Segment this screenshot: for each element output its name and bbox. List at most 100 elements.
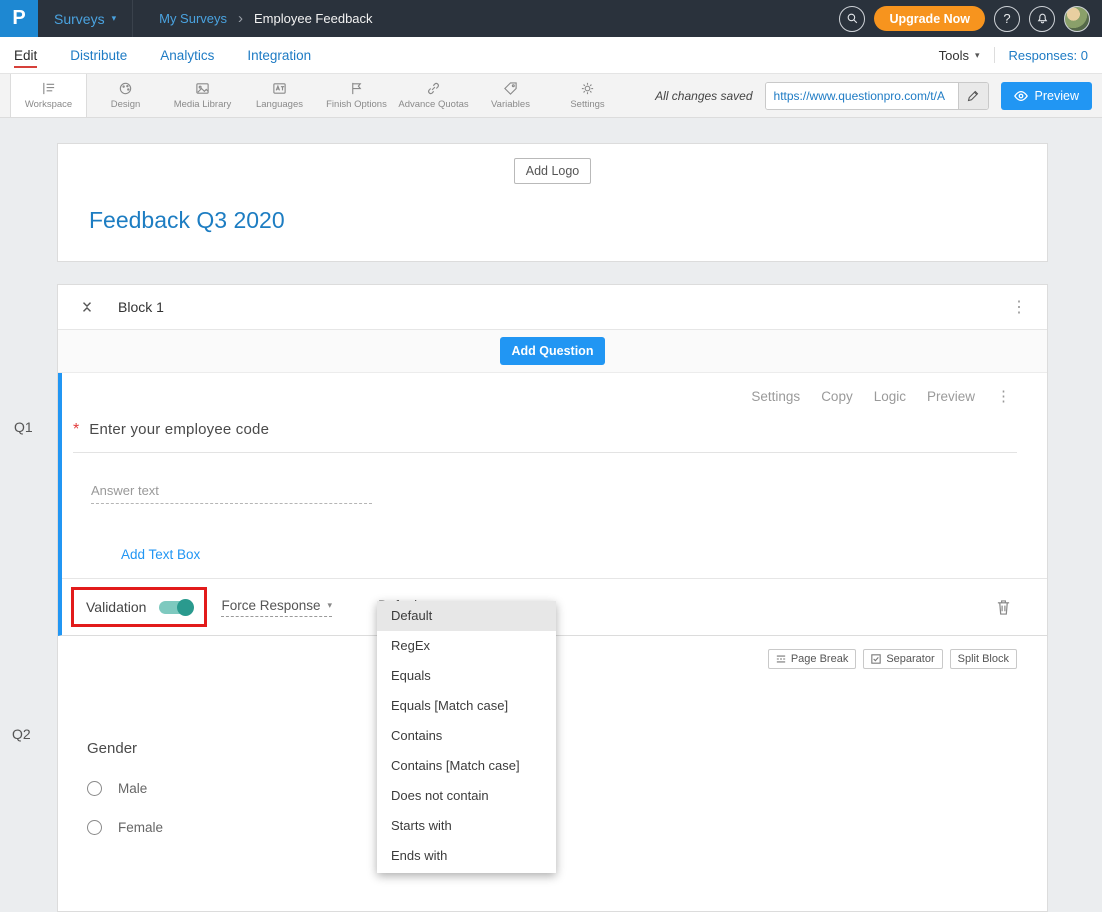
question-text-row: * Enter your employee code: [73, 421, 1017, 453]
toolbar-item-workspace[interactable]: Workspace: [10, 74, 87, 117]
languages-icon: [272, 81, 287, 96]
top-navbar: P Surveys ▾ My Surveys › Employee Feedba…: [0, 0, 1102, 37]
logo-letter: P: [12, 7, 25, 30]
dropdown-option-ends-with[interactable]: Ends with: [377, 841, 556, 871]
separator-checkbox-icon: [871, 654, 881, 664]
survey-title[interactable]: Feedback Q3 2020: [89, 207, 1047, 234]
search-button[interactable]: [839, 6, 865, 32]
dropdown-option-default[interactable]: Default: [377, 601, 556, 631]
toolbar-item-finish-options[interactable]: Finish Options: [318, 74, 395, 117]
tab-analytics[interactable]: Analytics: [160, 48, 214, 63]
dropdown-option-equals-match-case[interactable]: Equals [Match case]: [377, 691, 556, 721]
dropdown-option-does-not-contain[interactable]: Does not contain: [377, 781, 556, 811]
search-icon: [846, 12, 859, 25]
add-question-row: Add Question: [58, 330, 1047, 373]
q1-number-label: Q1: [14, 419, 33, 435]
question-copy-link[interactable]: Copy: [821, 389, 853, 404]
bell-icon: [1036, 12, 1049, 25]
answer-text-field[interactable]: Answer text: [91, 483, 372, 504]
breadcrumb-current-survey: Employee Feedback: [254, 11, 373, 26]
responses-count[interactable]: Responses: 0: [1009, 48, 1089, 63]
upgrade-now-button[interactable]: Upgrade Now: [874, 6, 985, 31]
advance-quotas-icon: [426, 81, 441, 96]
radio-icon: [87, 781, 102, 796]
tools-menu[interactable]: Tools ▾: [939, 48, 980, 63]
caret-down-icon: ▾: [975, 50, 980, 61]
question-q1: Settings Copy Logic Preview ⋮ * Enter yo…: [58, 373, 1047, 636]
avatar[interactable]: [1064, 6, 1090, 32]
settings-gear-icon: [580, 81, 595, 96]
validation-type-dropdown: Default RegEx Equals Equals [Match case]…: [377, 601, 556, 873]
design-palette-icon: [118, 81, 133, 96]
add-logo-button[interactable]: Add Logo: [514, 158, 592, 184]
validation-toggle[interactable]: [159, 601, 192, 614]
required-asterisk: *: [73, 421, 79, 439]
edit-url-button[interactable]: [958, 83, 988, 109]
upgrade-now-label: Upgrade Now: [889, 12, 970, 26]
breadcrumb-my-surveys[interactable]: My Surveys: [159, 11, 227, 26]
force-response-dropdown[interactable]: Force Response ▾: [221, 598, 332, 617]
finish-options-icon: [349, 81, 364, 96]
caret-down-icon: ▾: [328, 600, 333, 611]
help-button[interactable]: ?: [994, 6, 1020, 32]
survey-url-input[interactable]: [766, 83, 958, 109]
dropdown-option-contains-match-case[interactable]: Contains [Match case]: [377, 751, 556, 781]
surveys-menu[interactable]: Surveys ▾: [38, 0, 133, 37]
toolbar-right: All changes saved Preview: [655, 74, 1102, 117]
add-question-button[interactable]: Add Question: [500, 337, 606, 365]
question-logic-link[interactable]: Logic: [874, 389, 906, 404]
preview-button[interactable]: Preview: [1001, 82, 1092, 110]
questionpro-logo[interactable]: P: [0, 0, 38, 37]
delete-question-icon[interactable]: [996, 599, 1011, 616]
survey-header-card: Add Logo Feedback Q3 2020: [57, 143, 1048, 262]
section-navbar: Edit Distribute Analytics Integration To…: [0, 37, 1102, 74]
notifications-button[interactable]: [1029, 6, 1055, 32]
toggle-knob-icon: [177, 599, 194, 616]
toolbar-item-media-library[interactable]: Media Library: [164, 74, 241, 117]
collapse-block-icon[interactable]: [80, 300, 94, 314]
separator-button[interactable]: Separator: [863, 649, 942, 669]
add-text-box-link[interactable]: Add Text Box: [121, 547, 200, 562]
surveys-menu-label: Surveys: [54, 11, 105, 27]
toolbar-item-languages[interactable]: Languages: [241, 74, 318, 117]
tab-distribute[interactable]: Distribute: [70, 48, 127, 63]
block-name[interactable]: Block 1: [118, 299, 164, 315]
split-block-button[interactable]: Split Block: [950, 649, 1017, 669]
question-settings-link[interactable]: Settings: [751, 389, 800, 404]
save-status: All changes saved: [655, 89, 752, 103]
topbar-actions: Upgrade Now ?: [839, 6, 1102, 32]
workspace-icon: [41, 81, 56, 96]
block-header: Block 1 ⋮: [58, 285, 1047, 330]
section-tabs: Edit Distribute Analytics Integration: [14, 37, 344, 73]
toolbar-item-design[interactable]: Design: [87, 74, 164, 117]
variables-icon: [503, 81, 518, 96]
toolbar-item-variables[interactable]: Variables: [472, 74, 549, 117]
question-menu-icon[interactable]: ⋮: [996, 387, 1011, 405]
question-text[interactable]: Enter your employee code: [89, 421, 269, 438]
toolbar-item-advance-quotas[interactable]: Advance Quotas: [395, 74, 472, 117]
tools-label: Tools: [939, 48, 969, 63]
block-menu-icon[interactable]: ⋮: [1005, 297, 1033, 317]
help-icon: ?: [1003, 11, 1010, 26]
pencil-icon: [967, 90, 979, 102]
edit-toolbar: Workspace Design Media Library Languages…: [0, 74, 1102, 118]
page-break-button[interactable]: Page Break: [768, 649, 856, 669]
caret-down-icon: ▾: [112, 13, 117, 24]
question-preview-link[interactable]: Preview: [927, 389, 975, 404]
toolbar-item-settings[interactable]: Settings: [549, 74, 626, 117]
answer-placeholder: Answer text: [91, 483, 159, 498]
breadcrumb: My Surveys › Employee Feedback: [159, 10, 372, 27]
dropdown-option-equals[interactable]: Equals: [377, 661, 556, 691]
validation-toggle-group: Validation: [71, 587, 207, 627]
dropdown-option-contains[interactable]: Contains: [377, 721, 556, 751]
eye-icon: [1014, 89, 1028, 103]
tab-edit[interactable]: Edit: [14, 48, 37, 63]
validation-label: Validation: [86, 599, 146, 615]
question-actions: Settings Copy Logic Preview ⋮: [62, 387, 1047, 405]
tab-integration[interactable]: Integration: [247, 48, 311, 63]
radio-icon: [87, 820, 102, 835]
page-break-icon: [776, 654, 786, 664]
dropdown-option-starts-with[interactable]: Starts with: [377, 811, 556, 841]
divider: [994, 47, 995, 63]
dropdown-option-regex[interactable]: RegEx: [377, 631, 556, 661]
